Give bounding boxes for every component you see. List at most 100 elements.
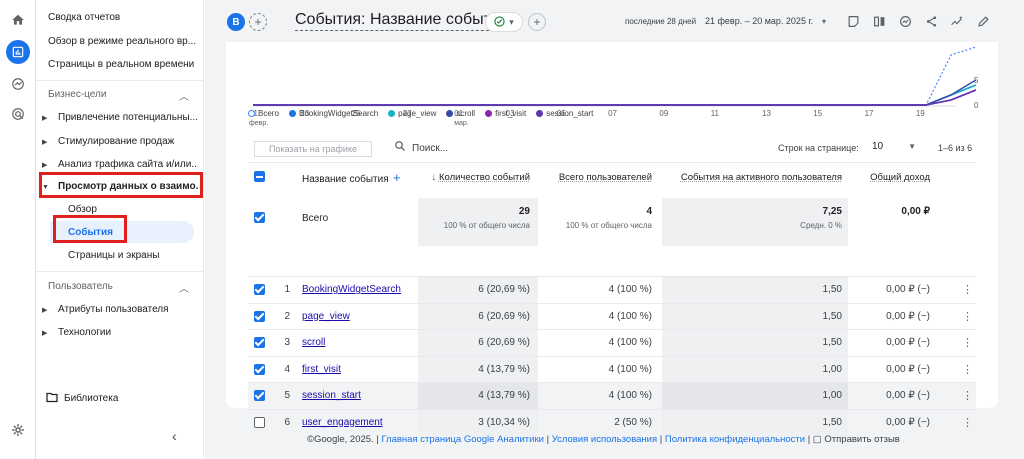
compare-columns-icon[interactable] — [871, 13, 887, 29]
edit-pencil-icon[interactable] — [975, 13, 991, 29]
column-header-revenue[interactable]: Общий доход — [848, 172, 930, 183]
footer-link-home[interactable]: Главная страница Google Аналитики — [381, 434, 544, 445]
comparison-avatar[interactable]: B — [227, 13, 245, 31]
table-row[interactable]: 3 scroll 6 (20,69 %) 4 (100 %) 1,50 0,00… — [248, 329, 976, 357]
legend-item[interactable]: session_start — [536, 109, 593, 118]
home-icon[interactable] — [8, 10, 28, 30]
chevron-up-icon[interactable]: ︿ — [179, 280, 189, 295]
sidebar-item-overview[interactable]: Обзор — [68, 204, 97, 215]
row-checkbox[interactable] — [254, 416, 265, 428]
settings-icon[interactable] — [8, 420, 28, 440]
legend-item[interactable]: scroll — [446, 109, 475, 118]
legend-item[interactable]: Всего — [248, 109, 279, 118]
row-checkbox[interactable] — [254, 363, 265, 375]
legend-item[interactable]: first_visit — [485, 109, 526, 118]
table-row[interactable]: 5 session_start 4 (13,79 %) 4 (100 %) 1,… — [248, 382, 976, 410]
event-name-link[interactable]: user_engagement — [302, 417, 383, 428]
legend-label: session_start — [546, 109, 594, 118]
insights-note-icon[interactable] — [845, 13, 861, 29]
sidebar-item-traffic[interactable]: Анализ трафика сайта и/или... — [58, 159, 198, 170]
footer-separator: | — [659, 434, 663, 445]
legend-item[interactable]: page_view — [388, 109, 436, 118]
rows-per-page-select[interactable]: 10 ▼ — [872, 141, 918, 157]
section-business-goals[interactable]: Бизнес-цели — [48, 89, 106, 100]
footer-link-privacy[interactable]: Политика конфиденциальности — [665, 434, 805, 445]
x-tick-label: 15 — [813, 109, 822, 118]
column-header-total-users[interactable]: Всего пользователей — [538, 172, 652, 183]
expand-arrow-icon[interactable]: ▶ — [42, 114, 47, 122]
expand-arrow-icon[interactable]: ▶ — [42, 138, 47, 146]
series-line-scroll — [253, 79, 977, 106]
expand-arrow-icon[interactable]: ▶ — [42, 306, 47, 314]
event-name-link[interactable]: page_view — [302, 311, 350, 322]
advertising-icon[interactable] — [8, 104, 28, 124]
total-users-cell: 4 (100 %) — [608, 284, 652, 295]
legend-swatch — [388, 110, 396, 117]
sidebar-item-reports-snapshot[interactable]: Сводка отчетов — [48, 12, 196, 23]
row-checkbox[interactable] — [254, 310, 265, 322]
dropdown-arrow-icon: ▼ — [908, 142, 916, 151]
status-chip[interactable]: ▾ — [485, 12, 523, 32]
report-card: 5021февр.23252701мар.030507091113151719 … — [226, 42, 998, 436]
collapse-sidebar-icon[interactable]: ‹ — [172, 428, 177, 444]
section-user[interactable]: Пользователь — [48, 281, 113, 292]
footer-link-terms[interactable]: Условия использования — [552, 434, 657, 445]
table-row[interactable]: 6 user_engagement 3 (10,34 %) 2 (50 %) 1… — [248, 408, 976, 436]
more-vert-icon[interactable]: ⋮ — [962, 283, 973, 296]
row-checkbox[interactable] — [254, 390, 265, 401]
sidebar-item-realtime-pages[interactable]: Страницы в реальном времени — [48, 59, 196, 70]
sidebar-item-tech[interactable]: Технологии — [58, 327, 198, 338]
event-name-link[interactable]: scroll — [302, 337, 325, 348]
row-index: 3 — [284, 337, 290, 348]
sidebar-item-leads[interactable]: Привлечение потенциальны... — [58, 112, 198, 123]
add-filter-icon[interactable]: + — [528, 13, 546, 31]
row-checkbox[interactable] — [254, 337, 265, 348]
totals-per-user: 7,25 — [822, 206, 842, 217]
search-icon — [394, 140, 406, 155]
select-all-checkbox[interactable] — [254, 171, 265, 182]
series-line-всего — [253, 46, 977, 106]
column-header-event-count[interactable]: Количество событий — [439, 172, 530, 183]
chevron-down-icon[interactable]: ▾ — [822, 17, 826, 26]
sidebar-item-pages-screens[interactable]: Страницы и экраны — [68, 250, 159, 261]
sidebar-item-realtime-overview[interactable]: Обзор в режиме реального вр... — [48, 36, 196, 47]
legend-item[interactable]: BookingWidgetSearch — [288, 109, 378, 118]
trend-sparkle-icon[interactable] — [949, 13, 965, 29]
total-users-cell: 4 (100 %) — [608, 390, 652, 401]
expand-arrow-icon[interactable]: ▶ — [42, 329, 47, 337]
column-header-events-per-user[interactable]: События на активного пользователя — [662, 172, 842, 183]
legend-label: page_view — [398, 109, 437, 118]
explore-icon[interactable] — [8, 74, 28, 94]
table-row[interactable]: 4 first_visit 4 (13,79 %) 4 (100 %) 1,00… — [248, 355, 976, 383]
divider — [36, 80, 204, 81]
more-vert-icon[interactable]: ⋮ — [962, 416, 973, 429]
more-vert-icon[interactable]: ⋮ — [962, 336, 973, 349]
reports-icon[interactable] — [6, 40, 30, 64]
sidebar-item-user-attributes[interactable]: Атрибуты пользователя — [58, 304, 198, 315]
add-dimension-icon[interactable]: + — [393, 170, 401, 185]
expand-arrow-icon[interactable]: ▶ — [42, 161, 47, 169]
more-vert-icon[interactable]: ⋮ — [962, 389, 973, 402]
column-header-event-name[interactable]: Название события — [302, 174, 389, 185]
header: B + События: Название события ▾ + послед… — [205, 0, 1024, 42]
search-input[interactable] — [412, 140, 612, 156]
event-name-link[interactable]: session_start — [302, 390, 361, 401]
row-checkbox[interactable] — [254, 284, 265, 295]
sidebar-item-sales[interactable]: Стимулирование продаж — [58, 136, 198, 147]
event-name-link[interactable]: first_visit — [302, 364, 341, 375]
totals-checkbox[interactable] — [254, 212, 265, 223]
footer-feedback-link[interactable]: Отправить отзыв — [824, 434, 899, 445]
event-name-link[interactable]: BookingWidgetSearch — [302, 284, 401, 295]
sidebar-item-library[interactable]: Библиотека — [64, 393, 212, 404]
more-vert-icon[interactable]: ⋮ — [962, 310, 973, 323]
sort-down-arrow-icon[interactable]: ↓ — [431, 172, 436, 183]
plot-rows-button[interactable]: Показать на графике — [254, 141, 372, 157]
chevron-up-icon[interactable]: ︿ — [179, 88, 189, 103]
insights-icon[interactable] — [897, 13, 913, 29]
table-row[interactable]: 1 BookingWidgetSearch 6 (20,69 %) 4 (100… — [248, 276, 976, 304]
share-icon[interactable] — [923, 13, 939, 29]
add-comparison-icon[interactable]: + — [249, 13, 267, 31]
date-range-picker[interactable]: 21 февр. – 20 мар. 2025 г. — [705, 16, 813, 26]
table-row[interactable]: 2 page_view 6 (20,69 %) 4 (100 %) 1,50 0… — [248, 302, 976, 330]
more-vert-icon[interactable]: ⋮ — [962, 363, 973, 376]
